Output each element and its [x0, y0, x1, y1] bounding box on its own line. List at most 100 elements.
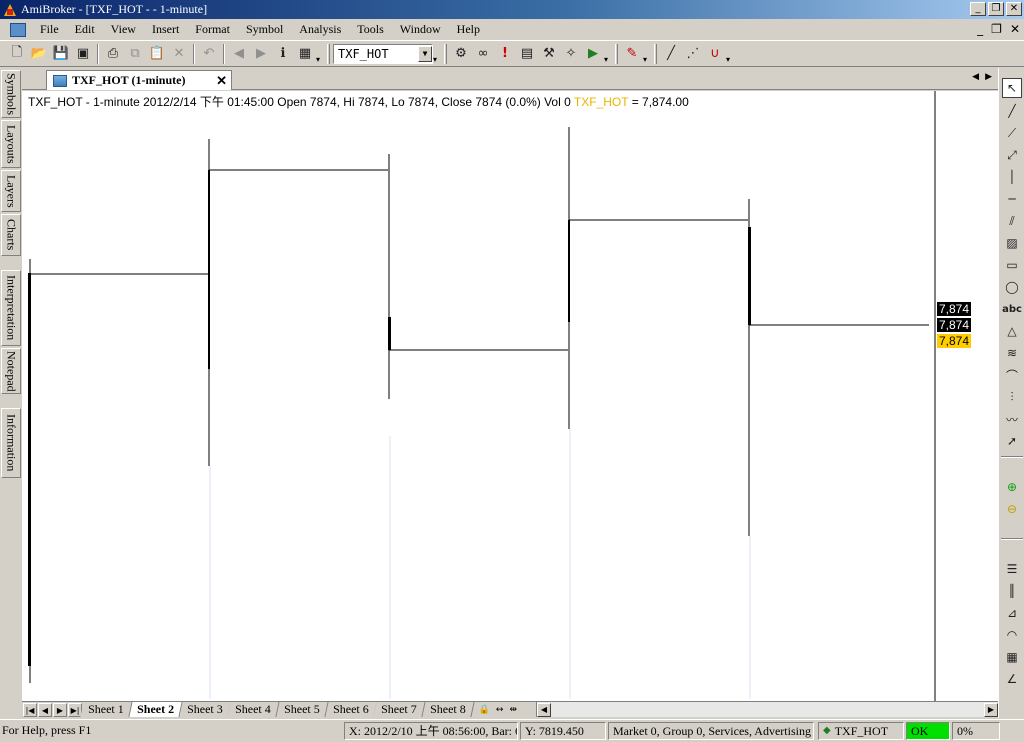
wand-icon[interactable]: ✧ [560, 43, 582, 65]
sheet-tab-6[interactable]: Sheet 6 [325, 702, 377, 717]
lock-icon[interactable]: 🔒 [479, 705, 490, 715]
dock-tab-notepad[interactable]: Notepad [1, 348, 21, 394]
hammer-icon[interactable]: ⚒ [538, 43, 560, 65]
dock-tab-symbols[interactable]: Symbols [1, 70, 21, 118]
line-draw-icon[interactable]: ╱ [660, 43, 682, 65]
binoculars-icon[interactable]: ∞ [472, 43, 494, 65]
open-folder-icon[interactable]: 📂 [28, 43, 50, 65]
chart-pane[interactable]: TXF_HOT - 1-minute 2012/2/14 下午 01:45:00… [22, 91, 998, 701]
close-icon[interactable]: ✕ [216, 73, 227, 89]
back-icon[interactable]: ◀ [228, 43, 250, 65]
alert-icon[interactable]: ! [494, 43, 516, 65]
chevron-down-icon[interactable]: ▼ [418, 45, 432, 62]
menu-symbol[interactable]: Symbol [238, 22, 291, 37]
toolbar-overflow-icon[interactable]: ▾ [604, 55, 612, 64]
document-system-icon[interactable] [10, 22, 26, 37]
menu-insert[interactable]: Insert [144, 22, 187, 37]
dock-tab-layers[interactable]: Layers [1, 170, 21, 212]
zoom-fit-icon[interactable]: ⇹ [509, 705, 517, 715]
scroll-left-icon[interactable]: ◀ [537, 702, 551, 717]
gann-grid-icon[interactable]: ▦ [1002, 647, 1022, 667]
toolbar-overflow-icon[interactable]: ▾ [433, 55, 441, 64]
document-tab[interactable]: TXF_HOT (1-minute) ✕ [46, 70, 232, 90]
cycles-icon[interactable]: ⫶ [1002, 387, 1022, 407]
menu-view[interactable]: View [103, 22, 144, 37]
menu-edit[interactable]: Edit [67, 22, 103, 37]
tab-scroll-right-icon[interactable]: ▶ [985, 72, 992, 82]
gear-icon[interactable]: ⚙ [450, 43, 472, 65]
menu-format[interactable]: Format [187, 22, 238, 37]
properties-icon[interactable]: ▦ [294, 43, 316, 65]
menu-window[interactable]: Window [392, 22, 449, 37]
menu-tools[interactable]: Tools [349, 22, 392, 37]
delete-icon[interactable]: ✕ [168, 43, 190, 65]
mdi-minimize-button[interactable]: _ [977, 22, 983, 36]
text-tool-icon[interactable]: abc [1002, 299, 1022, 319]
paste-icon[interactable]: 📋 [146, 43, 168, 65]
horizontal-scrollbar[interactable]: ◀ ▶ [536, 702, 998, 717]
sheet-tab-1[interactable]: Sheet 1 [80, 702, 133, 717]
toolbar-overflow-icon[interactable]: ▾ [316, 55, 324, 64]
channel-icon[interactable]: ▨ [1002, 233, 1022, 253]
arc-icon[interactable]: ⌒ [1002, 365, 1022, 385]
sheet-tab-5[interactable]: Sheet 5 [276, 702, 329, 717]
info-icon[interactable]: ℹ [272, 43, 294, 65]
print-icon[interactable]: ⎙ [102, 43, 124, 65]
color-pen-icon[interactable]: ✎ [621, 43, 643, 65]
zigzag-icon[interactable]: 〰 [1002, 409, 1022, 429]
mdi-close-button[interactable]: ✕ [1010, 22, 1020, 36]
fibonacci-timezones-icon[interactable]: ║ [1002, 581, 1022, 601]
zoom-small-icon[interactable]: ↔ [496, 705, 504, 715]
menu-file[interactable]: File [32, 22, 67, 37]
first-sheet-icon[interactable]: |◀ [23, 702, 37, 717]
dock-tab-information[interactable]: Information [1, 408, 21, 478]
new-file-icon[interactable]: 🗋 [6, 43, 28, 65]
toolbar-overflow-icon[interactable]: ▾ [726, 55, 734, 64]
sheet-tab-2[interactable]: Sheet 2 [129, 702, 183, 717]
gann-fan-icon[interactable]: ⊿ [1002, 603, 1022, 623]
extended-line-icon[interactable]: ⤢ [1002, 145, 1022, 165]
ellipse-icon[interactable]: ◯ [1002, 277, 1022, 297]
forward-icon[interactable]: ▶ [250, 43, 272, 65]
dotted-line-icon[interactable]: ⋰ [682, 43, 704, 65]
select-arrow-icon[interactable]: ↖ [1002, 78, 1022, 98]
price-chart[interactable] [22, 91, 998, 701]
sheet-tab-7[interactable]: Sheet 7 [373, 702, 426, 717]
restore-button[interactable]: ❐ [988, 2, 1004, 16]
sheet-tab-3[interactable]: Sheet 3 [179, 702, 231, 717]
save-icon[interactable]: 💾 [50, 43, 72, 65]
symbol-combo[interactable]: TXF_HOT ▼ [333, 43, 433, 64]
horizontal-line-icon[interactable]: ─ [1002, 189, 1022, 209]
zoom-out-icon[interactable]: ⊖ [1002, 499, 1022, 519]
copy-icon[interactable]: ⧉ [124, 43, 146, 65]
menu-help[interactable]: Help [449, 22, 488, 37]
next-sheet-icon[interactable]: ▶ [53, 702, 67, 717]
zoom-in-icon[interactable]: ⊕ [1002, 477, 1022, 497]
dock-tab-interpretation[interactable]: Interpretation [1, 270, 21, 346]
scroll-right-icon[interactable]: ▶ [984, 702, 998, 717]
trend-line-icon[interactable]: ╱ [1002, 101, 1022, 121]
triangle-icon[interactable]: △ [1002, 321, 1022, 341]
fibonacci-fan-icon[interactable]: ≋ [1002, 343, 1022, 363]
menu-analysis[interactable]: Analysis [291, 22, 349, 37]
rectangle-icon[interactable]: ▭ [1002, 255, 1022, 275]
magnet-icon[interactable]: ∪ [704, 43, 726, 65]
minimize-button[interactable]: _ [970, 2, 986, 16]
dock-tab-layouts[interactable]: Layouts [1, 120, 21, 168]
fibonacci-arcs-icon[interactable]: ◠ [1002, 625, 1022, 645]
save-all-icon[interactable]: ▣ [72, 43, 94, 65]
prev-sheet-icon[interactable]: ◀ [38, 702, 52, 717]
mdi-restore-button[interactable]: ❐ [991, 22, 1002, 36]
gann-angles-icon[interactable]: ∠ [1002, 669, 1022, 689]
dock-tab-charts[interactable]: Charts [1, 214, 21, 256]
book-icon[interactable]: ▤ [516, 43, 538, 65]
sheet-tab-8[interactable]: Sheet 8 [422, 702, 475, 717]
undo-icon[interactable]: ↶ [198, 43, 220, 65]
chevron-down-icon[interactable]: ▾ [643, 55, 651, 64]
chart-run-icon[interactable]: ▶ [582, 43, 604, 65]
parallel-lines-icon[interactable]: ⫽ [1002, 211, 1022, 231]
vertical-line-icon[interactable]: │ [1002, 167, 1022, 187]
ray-line-icon[interactable]: ⟋ [1002, 123, 1022, 143]
close-window-button[interactable]: ✕ [1006, 2, 1022, 16]
tab-scroll-left-icon[interactable]: ◀ [972, 72, 979, 82]
